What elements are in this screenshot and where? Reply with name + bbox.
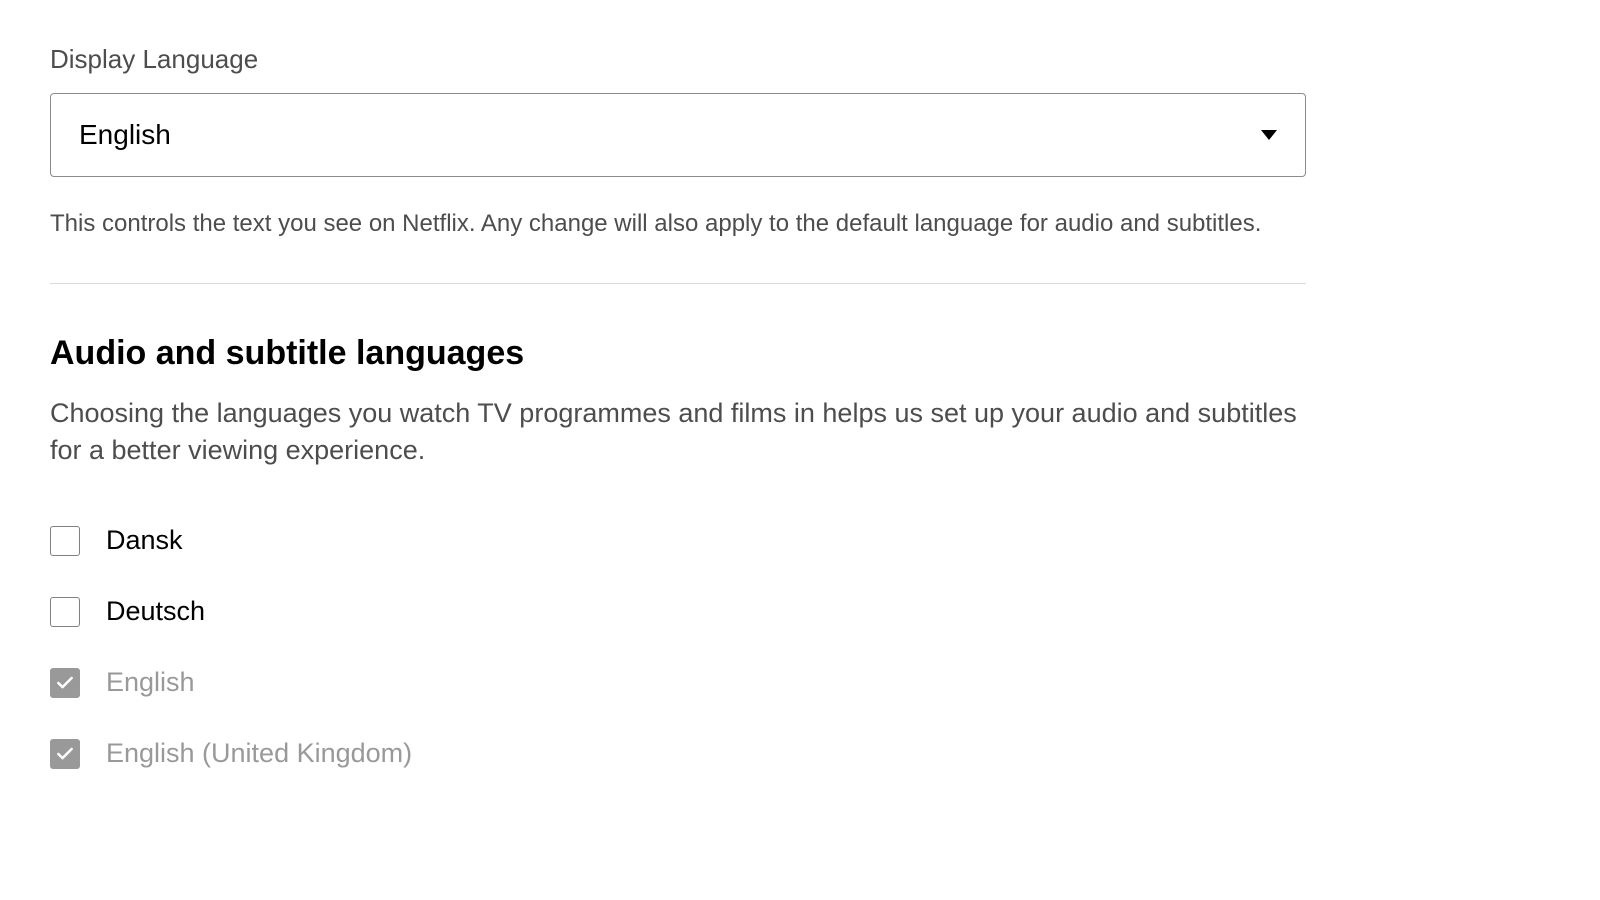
- checkbox-label-english: English: [106, 667, 195, 698]
- checkbox-dansk[interactable]: [50, 526, 80, 556]
- check-icon: [55, 673, 75, 693]
- checkbox-english: [50, 668, 80, 698]
- display-language-value: English: [79, 119, 171, 151]
- checkbox-deutsch[interactable]: [50, 597, 80, 627]
- display-language-label: Display Language: [50, 44, 1306, 75]
- language-settings-container: Display Language English This controls t…: [50, 44, 1306, 769]
- display-language-select[interactable]: English: [50, 93, 1306, 177]
- list-item: Dansk: [50, 525, 1306, 556]
- checkbox-label-english-uk: English (United Kingdom): [106, 738, 412, 769]
- audio-subtitle-list: Dansk Deutsch English English (United Ki…: [50, 525, 1306, 769]
- list-item: English (United Kingdom): [50, 738, 1306, 769]
- caret-down-icon: [1261, 130, 1277, 140]
- display-language-help: This controls the text you see on Netfli…: [50, 207, 1306, 241]
- audio-subtitle-description: Choosing the languages you watch TV prog…: [50, 395, 1306, 471]
- checkbox-label-deutsch: Deutsch: [106, 596, 205, 627]
- list-item: English: [50, 667, 1306, 698]
- check-icon: [55, 744, 75, 764]
- checkbox-english-uk: [50, 739, 80, 769]
- section-divider: [50, 283, 1306, 284]
- list-item: Deutsch: [50, 596, 1306, 627]
- audio-subtitle-heading: Audio and subtitle languages: [50, 334, 1306, 373]
- checkbox-label-dansk: Dansk: [106, 525, 183, 556]
